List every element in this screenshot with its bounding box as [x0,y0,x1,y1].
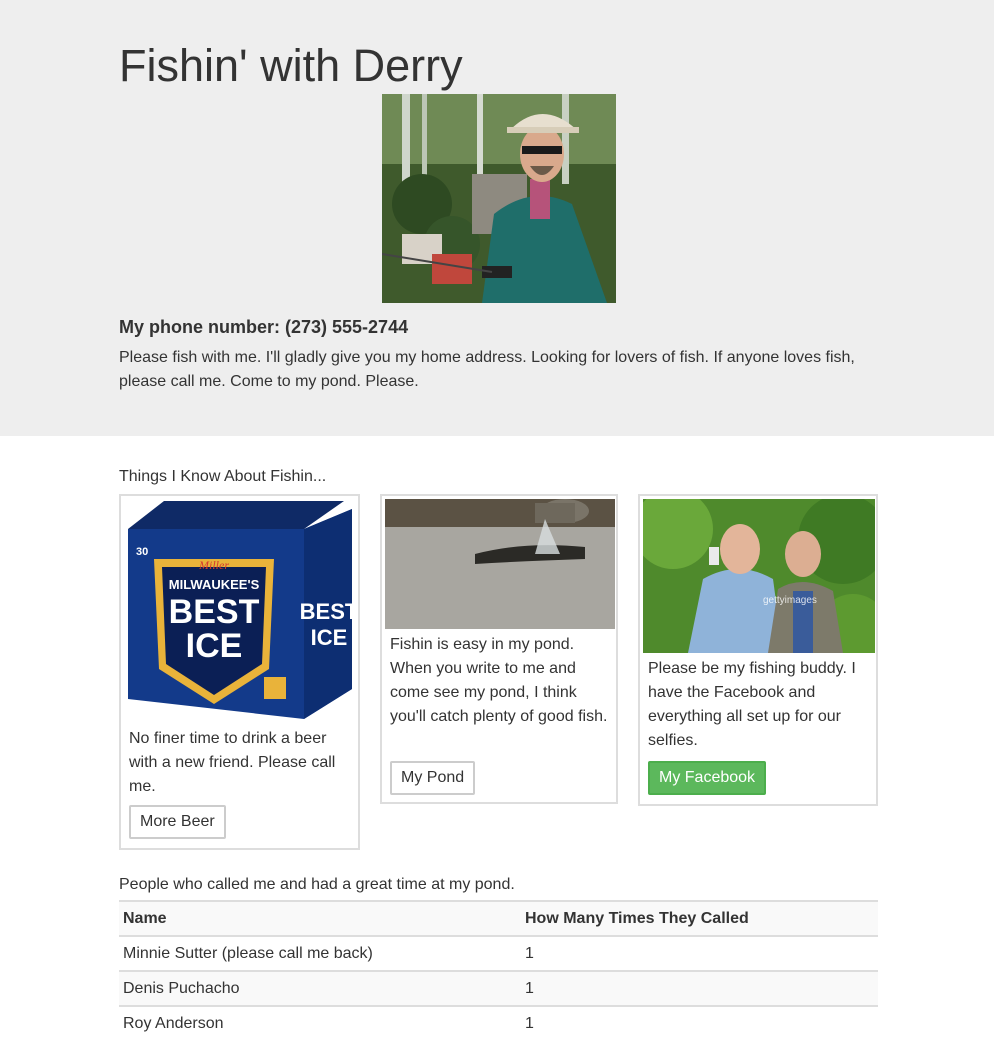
selfie-image: gettyimages [643,499,875,653]
my-pond-button[interactable]: My Pond [390,761,476,795]
caller-name: Denis Puchacho [119,970,521,1006]
selfie-photo-image: gettyimages [643,499,875,653]
svg-text:gettyimages: gettyimages [763,595,817,606]
beer-case-image: Miller MILWAUKEE'S BEST ICE 30 BEST ICE [124,499,355,723]
pond-caption: Fishin is easy in my pond. When you writ… [390,636,608,725]
svg-text:ICE: ICE [186,627,243,665]
caller-count: 1 [521,935,878,971]
page-title: Fishin' with Derry [119,40,463,91]
facebook-card: gettyimages Please be my fishing buddy. … [638,494,878,806]
intro-paragraph: Please fish with me. I'll gladly give yo… [119,349,855,390]
my-facebook-button[interactable]: My Facebook [648,761,767,795]
caller-name: Roy Anderson [119,1005,521,1040]
caller-count: 1 [521,1005,878,1040]
table-row: Denis Puchacho 1 [119,970,878,1006]
svg-text:30: 30 [136,546,148,558]
table-header-row: Name How Many Times They Called [119,900,878,937]
beer-caption: No finer time to drink a beer with a new… [129,730,336,795]
facebook-caption: Please be my fishing buddy. I have the F… [648,660,856,749]
svg-text:Miller: Miller [198,558,229,572]
column-header-times-called: How Many Times They Called [521,900,878,937]
svg-text:BEST: BEST [169,593,260,631]
pond-image [385,499,615,629]
callers-table: Name How Many Times They Called Minnie S… [119,900,878,1040]
svg-text:BEST: BEST [300,599,355,624]
beer-card: Miller MILWAUKEE'S BEST ICE 30 BEST ICE … [119,494,360,850]
caller-count: 1 [521,970,878,1006]
fisherman-photo-image [382,94,616,303]
more-beer-button[interactable]: More Beer [129,805,226,839]
phone-number: My phone number: (273) 555-2744 [119,317,409,337]
svg-text:ICE: ICE [311,625,348,650]
callers-heading: People who called me and had a great tim… [119,876,515,893]
caller-name: Minnie Sutter (please call me back) [119,935,521,971]
table-row: Roy Anderson 1 [119,1005,878,1040]
things-heading: Things I Know About Fishin... [119,468,327,485]
table-row: Minnie Sutter (please call me back) 1 [119,935,878,971]
fisherman-photo [382,94,616,303]
column-header-name: Name [119,900,521,937]
svg-text:MILWAUKEE'S: MILWAUKEE'S [169,577,260,592]
jumbotron-header: Fishin' with Derry My phone number: (273 [0,0,994,436]
pond-photo-image [385,499,615,629]
pond-card: Fishin is easy in my pond. When you writ… [380,494,618,804]
beer-image: Miller MILWAUKEE'S BEST ICE 30 BEST ICE [124,499,355,723]
